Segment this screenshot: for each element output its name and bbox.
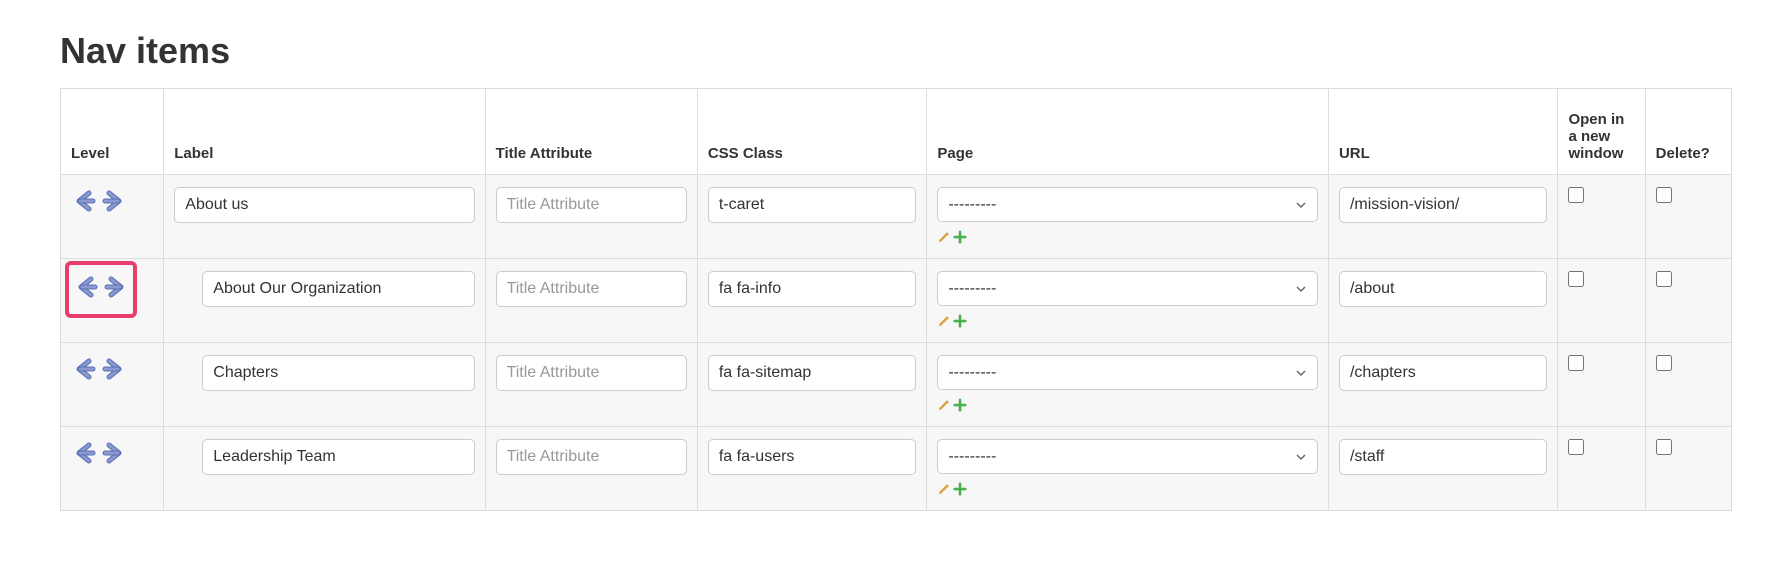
header-page: Page bbox=[927, 89, 1329, 175]
label-input[interactable] bbox=[174, 187, 474, 223]
indent-button[interactable] bbox=[99, 355, 127, 383]
delete-checkbox[interactable] bbox=[1656, 271, 1672, 287]
header-css-class: CSS Class bbox=[697, 89, 927, 175]
title-attribute-input[interactable] bbox=[496, 439, 687, 475]
indent-button[interactable] bbox=[101, 273, 129, 301]
label-input[interactable] bbox=[202, 355, 474, 391]
add-page-icon[interactable] bbox=[953, 312, 967, 329]
delete-checkbox[interactable] bbox=[1656, 439, 1672, 455]
header-open-new: Open in a new window bbox=[1558, 89, 1645, 175]
css-class-input[interactable] bbox=[708, 271, 917, 307]
delete-checkbox[interactable] bbox=[1656, 355, 1672, 371]
url-input[interactable] bbox=[1339, 271, 1548, 307]
title-attribute-input[interactable] bbox=[496, 355, 687, 391]
header-level: Level bbox=[61, 89, 164, 175]
edit-page-icon[interactable] bbox=[937, 228, 951, 245]
outdent-button[interactable] bbox=[73, 273, 101, 301]
level-highlight bbox=[65, 261, 137, 318]
open-new-window-checkbox[interactable] bbox=[1568, 271, 1584, 287]
add-page-icon[interactable] bbox=[953, 228, 967, 245]
outdent-button[interactable] bbox=[71, 187, 99, 215]
open-new-window-checkbox[interactable] bbox=[1568, 355, 1584, 371]
table-row: --------- bbox=[61, 343, 1732, 427]
css-class-input[interactable] bbox=[708, 187, 917, 223]
add-page-icon[interactable] bbox=[953, 396, 967, 413]
edit-page-icon[interactable] bbox=[937, 312, 951, 329]
label-input[interactable] bbox=[202, 271, 474, 307]
url-input[interactable] bbox=[1339, 355, 1548, 391]
title-attribute-input[interactable] bbox=[496, 271, 687, 307]
header-label: Label bbox=[164, 89, 485, 175]
title-attribute-input[interactable] bbox=[496, 187, 687, 223]
css-class-input[interactable] bbox=[708, 439, 917, 475]
page-select[interactable]: --------- bbox=[937, 187, 1318, 222]
nav-items-table: Level Label Title Attribute CSS Class Pa… bbox=[60, 88, 1732, 511]
css-class-input[interactable] bbox=[708, 355, 917, 391]
page-select[interactable]: --------- bbox=[937, 271, 1318, 306]
open-new-window-checkbox[interactable] bbox=[1568, 187, 1584, 203]
page-select[interactable]: --------- bbox=[937, 439, 1318, 474]
url-input[interactable] bbox=[1339, 187, 1548, 223]
outdent-button[interactable] bbox=[71, 355, 99, 383]
indent-button[interactable] bbox=[99, 187, 127, 215]
edit-page-icon[interactable] bbox=[937, 396, 951, 413]
table-row: --------- bbox=[61, 175, 1732, 259]
add-page-icon[interactable] bbox=[953, 480, 967, 497]
section-title: Nav items bbox=[60, 30, 1732, 72]
indent-button[interactable] bbox=[99, 439, 127, 467]
header-title-attr: Title Attribute bbox=[485, 89, 697, 175]
label-input[interactable] bbox=[202, 439, 474, 475]
outdent-button[interactable] bbox=[71, 439, 99, 467]
page-select[interactable]: --------- bbox=[937, 355, 1318, 390]
table-row: --------- bbox=[61, 259, 1732, 343]
table-row: --------- bbox=[61, 427, 1732, 511]
edit-page-icon[interactable] bbox=[937, 480, 951, 497]
header-url: URL bbox=[1328, 89, 1558, 175]
url-input[interactable] bbox=[1339, 439, 1548, 475]
delete-checkbox[interactable] bbox=[1656, 187, 1672, 203]
header-delete: Delete? bbox=[1645, 89, 1731, 175]
open-new-window-checkbox[interactable] bbox=[1568, 439, 1584, 455]
